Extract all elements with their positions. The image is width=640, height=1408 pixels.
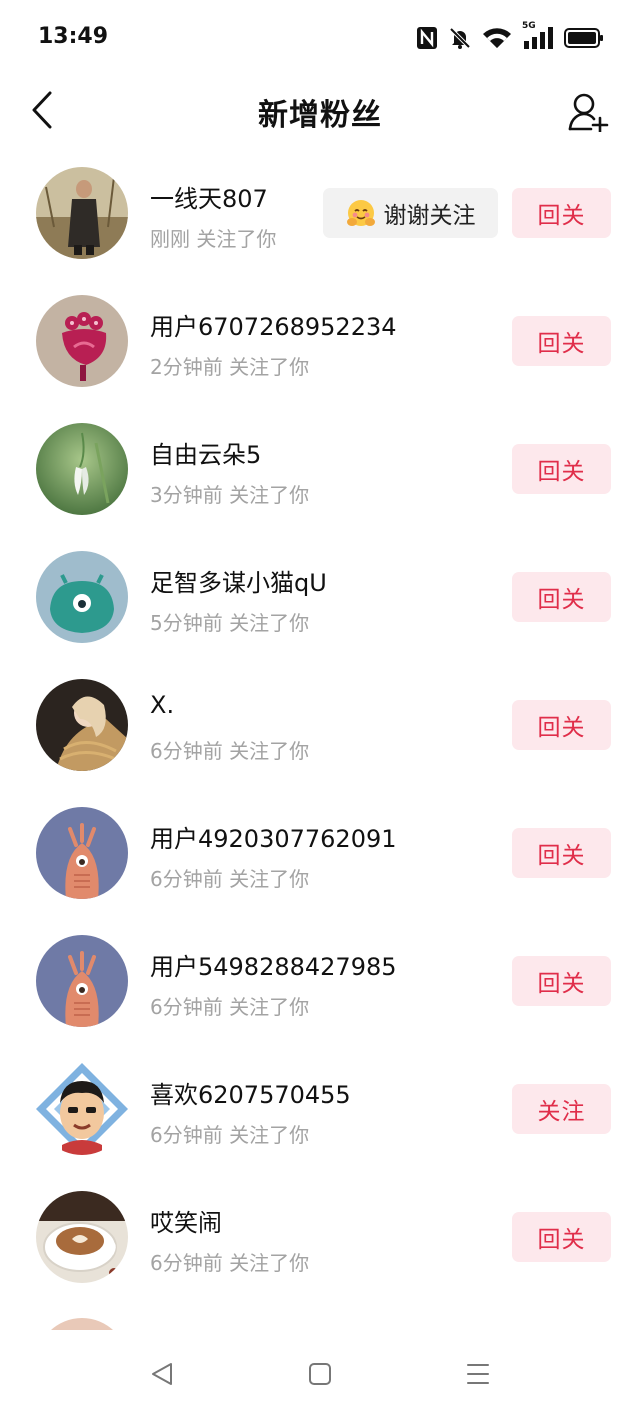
follow-time: 6分钟前 [150,995,223,1019]
follower-row[interactable]: 自由云朵5 3分钟前 关注了你 回关 [0,406,640,534]
follower-row[interactable]: X. 6分钟前 关注了你 回关 [0,662,640,790]
follow-back-button[interactable]: 回关 [512,316,611,366]
thanks-button[interactable]: 谢谢关注 [323,188,498,238]
avatar[interactable] [36,1191,128,1283]
add-user-button[interactable] [564,88,612,136]
follower-name[interactable]: 喜欢6207570455 [150,1075,351,1110]
follow-back-button[interactable]: 回关 [512,444,611,494]
follower-name[interactable]: 哎笑闹 [150,1203,222,1238]
hug-emoji-icon [346,200,375,226]
wifi-icon [482,26,512,50]
add-user-icon [568,93,609,132]
follower-list: 一线天807 刚刚 关注了你 谢谢关注 回关 用户6707268952234 2… [0,150,640,1302]
avatar[interactable] [36,679,128,771]
three-lines-menu-icon [467,1364,489,1384]
follow-time: 6分钟前 [150,1251,223,1275]
status-time: 13:49 [38,24,109,49]
avatar[interactable] [36,423,128,515]
header: 新增粉丝 [0,76,640,144]
follow-meta: 5分钟前 关注了你 [150,607,309,636]
follower-row[interactable]: 一线天807 刚刚 关注了你 谢谢关注 回关 [0,150,640,278]
follower-row[interactable]: 用户4920307762091 6分钟前 关注了你 回关 [0,790,640,918]
bell-muted-icon [448,26,472,50]
follow-meta: 2分钟前 关注了你 [150,351,309,380]
system-home-button[interactable] [300,1354,340,1394]
follower-row[interactable]: 用户6707268952234 2分钟前 关注了你 回关 [0,278,640,406]
follow-meta: 6分钟前 关注了你 [150,863,309,892]
follow-meta: 刚刚 关注了你 [150,223,276,252]
follow-action: 关注了你 [229,611,310,635]
follow-time: 6分钟前 [150,867,223,891]
page-title: 新增粉丝 [258,98,382,133]
system-nav-bar [0,1330,640,1408]
follower-row[interactable]: 喜欢6207570455 6分钟前 关注了你 关注 [0,1046,640,1174]
network-label: 5G [522,21,536,31]
follow-meta: 6分钟前 关注了你 [150,1119,309,1148]
follow-time: 6分钟前 [150,739,223,763]
follow-back-button[interactable]: 回关 [512,956,611,1006]
avatar[interactable] [36,1063,128,1155]
follower-name[interactable]: 用户6707268952234 [150,307,397,342]
follow-action: 关注了你 [229,867,310,891]
follower-name[interactable]: 用户5498288427985 [150,947,397,982]
avatar-partial [36,1318,128,1330]
follow-meta: 3分钟前 关注了你 [150,479,309,508]
system-back-button[interactable] [142,1354,182,1394]
follower-name[interactable]: X. [150,691,174,719]
thanks-label: 谢谢关注 [383,203,476,229]
follow-back-button[interactable]: 回关 [512,1212,611,1262]
status-bar: 13:49 5G [0,0,640,76]
status-icons: 5G [416,21,604,52]
follower-row[interactable]: 哎笑闹 6分钟前 关注了你 回关 [0,1174,640,1302]
follower-name[interactable]: 一线天807 [150,179,268,214]
follow-action: 关注了你 [229,1123,310,1147]
follow-time: 2分钟前 [150,355,223,379]
battery-icon [564,27,604,49]
follow-meta: 6分钟前 关注了你 [150,991,309,1020]
triangle-back-icon [152,1363,172,1385]
follower-name[interactable]: 用户4920307762091 [150,819,397,854]
avatar[interactable] [36,295,128,387]
follow-action: 关注了你 [229,995,310,1019]
follow-action: 关注了你 [196,227,277,251]
follow-time: 5分钟前 [150,611,223,635]
avatar[interactable] [36,807,128,899]
follow-back-button[interactable]: 回关 [512,188,611,238]
follow-meta: 6分钟前 关注了你 [150,1247,309,1276]
follow-back-button[interactable]: 回关 [512,572,611,622]
avatar[interactable] [36,167,128,259]
follow-button[interactable]: 关注 [512,1084,611,1134]
avatar[interactable] [36,551,128,643]
follower-name[interactable]: 自由云朵5 [150,435,261,470]
follow-action: 关注了你 [229,739,310,763]
square-home-icon [309,1363,331,1385]
follow-back-button[interactable]: 回关 [512,700,611,750]
nfc-icon [416,26,438,50]
signal-5g-icon: 5G [522,21,554,51]
follow-time: 刚刚 [150,227,190,251]
follow-time: 3分钟前 [150,483,223,507]
follow-time: 6分钟前 [150,1123,223,1147]
avatar[interactable] [36,935,128,1027]
system-menu-button[interactable] [458,1354,498,1394]
follower-row[interactable]: 用户5498288427985 6分钟前 关注了你 回关 [0,918,640,1046]
follower-name[interactable]: 足智多谋小猫qU [150,563,327,598]
follow-action: 关注了你 [229,355,310,379]
follower-row[interactable]: 足智多谋小猫qU 5分钟前 关注了你 回关 [0,534,640,662]
follow-action: 关注了你 [229,483,310,507]
follow-action: 关注了你 [229,1251,310,1275]
follow-meta: 6分钟前 关注了你 [150,735,309,764]
follow-back-button[interactable]: 回关 [512,828,611,878]
